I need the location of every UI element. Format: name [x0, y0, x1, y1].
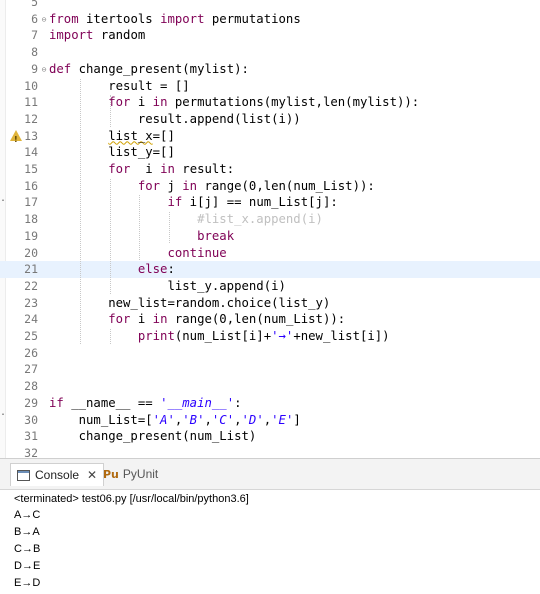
- code-text: def change_present(mylist):: [49, 61, 249, 76]
- code-text: list_x=[]: [108, 128, 175, 143]
- code-line[interactable]: 26: [0, 345, 540, 362]
- line-number: 10: [24, 78, 38, 93]
- line-number: 18: [24, 212, 38, 227]
- console-icon: [17, 470, 30, 482]
- line-number: 9: [31, 61, 38, 76]
- code-text: from itertools import permutations: [49, 11, 301, 26]
- line-number: 13: [24, 128, 38, 143]
- indent-guide: [109, 329, 111, 344]
- line-number: 23: [24, 295, 38, 310]
- tab-pyunit[interactable]: Pu PyUnit: [103, 463, 158, 485]
- code-text: for i in permutations(mylist,len(mylist)…: [108, 95, 420, 110]
- indent-guide: [168, 212, 170, 244]
- code-text: continue: [167, 245, 227, 260]
- edge-marker: .: [0, 193, 7, 204]
- console-output-line: C→B: [14, 543, 41, 555]
- code-text: if __name__ == '__main__':: [49, 395, 242, 410]
- code-line[interactable]: 30 num_List=['A','B','C','D','E']: [0, 412, 540, 429]
- console-output-line: E→D: [14, 577, 41, 589]
- line-number: 12: [24, 111, 38, 126]
- line-number: 31: [24, 429, 38, 444]
- line-number: 19: [24, 228, 38, 243]
- code-line[interactable]: 5: [0, 0, 540, 11]
- line-number: 5: [31, 0, 38, 9]
- line-number: 14: [24, 145, 38, 160]
- line-number: 30: [24, 412, 38, 427]
- code-text: import random: [49, 28, 146, 43]
- line-number: 29: [24, 395, 38, 410]
- line-number: 25: [24, 329, 38, 343]
- code-editor[interactable]: 5 6 ⊖ from itertools import permutations 7 im…: [0, 0, 540, 458]
- fold-toggle-icon[interactable]: ⊖: [40, 61, 48, 78]
- line-number: 8: [31, 45, 38, 60]
- line-number: 6: [31, 11, 38, 26]
- code-text: for i in result:: [108, 162, 235, 176]
- pyunit-icon: Pu: [103, 468, 119, 481]
- indent-guide: [109, 95, 111, 127]
- console-panel: Console ✕ Pu PyUnit <terminated> test06.py…: [0, 458, 540, 594]
- code-text: for j in range(0,len(num_List)):: [137, 178, 375, 193]
- line-number: 15: [24, 162, 38, 176]
- code-text: print(num_List[i]+'→'+new_list[i]): [137, 329, 390, 343]
- code-text: list_y=[]: [49, 145, 175, 160]
- code-text: list_y.append(i): [49, 278, 286, 293]
- code-text: if i[j] == num_List[j]:: [167, 195, 338, 210]
- line-number: 27: [24, 362, 38, 377]
- line-number: 22: [24, 278, 38, 293]
- code-line[interactable]: 9 ⊖ def change_present(mylist):: [0, 61, 540, 78]
- code-text: change_present(num_List): [49, 429, 257, 444]
- console-tab-bar: Console ✕ Pu PyUnit: [0, 459, 540, 490]
- code-text: result = []: [49, 78, 190, 93]
- code-line[interactable]: 28: [0, 378, 540, 395]
- indent-guide: [80, 78, 82, 344]
- line-number: 16: [24, 178, 38, 193]
- indent-guide: [109, 178, 111, 294]
- code-line[interactable]: 27: [0, 361, 540, 378]
- line-number: 28: [24, 379, 38, 394]
- code-line[interactable]: 8: [0, 44, 540, 61]
- code-text: break: [197, 228, 235, 243]
- line-number: 21: [24, 262, 38, 277]
- line-number: 17: [24, 195, 38, 210]
- code-line[interactable]: 7 import random: [0, 27, 540, 44]
- line-number: 26: [24, 345, 38, 360]
- code-line[interactable]: 29 if __name__ == '__main__':: [0, 395, 540, 412]
- edge-marker: .: [0, 407, 7, 418]
- code-line[interactable]: 31 change_present(num_List): [0, 428, 540, 445]
- console-output-line: A→C: [14, 509, 41, 521]
- code-text: new_list=random.choice(list_y): [49, 295, 331, 310]
- close-icon[interactable]: ✕: [87, 464, 97, 486]
- line-number: 7: [31, 28, 38, 43]
- tab-pyunit-label: PyUnit: [122, 467, 159, 481]
- tab-console-label: Console: [35, 468, 80, 482]
- code-text: num_List=['A','B','C','D','E']: [49, 412, 301, 427]
- line-number: 11: [24, 95, 38, 110]
- code-text: for i in range(0,len(num_List)):: [108, 312, 346, 327]
- indent-guide: [139, 195, 141, 261]
- line-number: 24: [24, 312, 38, 327]
- tab-console[interactable]: Console ✕: [10, 463, 105, 486]
- line-number: 20: [24, 245, 38, 260]
- code-line[interactable]: 32: [0, 445, 540, 458]
- console-status: <terminated> test06.py [/usr/local/bin/p…: [14, 493, 249, 505]
- code-text: result.append(list(i)): [49, 111, 301, 126]
- fold-toggle-icon[interactable]: ⊖: [40, 11, 48, 28]
- code-line[interactable]: 6 ⊖ from itertools import permutations: [0, 11, 540, 28]
- code-text: #list_x.append(i): [49, 212, 323, 227]
- line-number: 32: [24, 445, 38, 458]
- code-text: else:: [137, 262, 175, 277]
- console-output-line: B→A: [14, 526, 40, 538]
- console-output-line: D→E: [14, 560, 41, 572]
